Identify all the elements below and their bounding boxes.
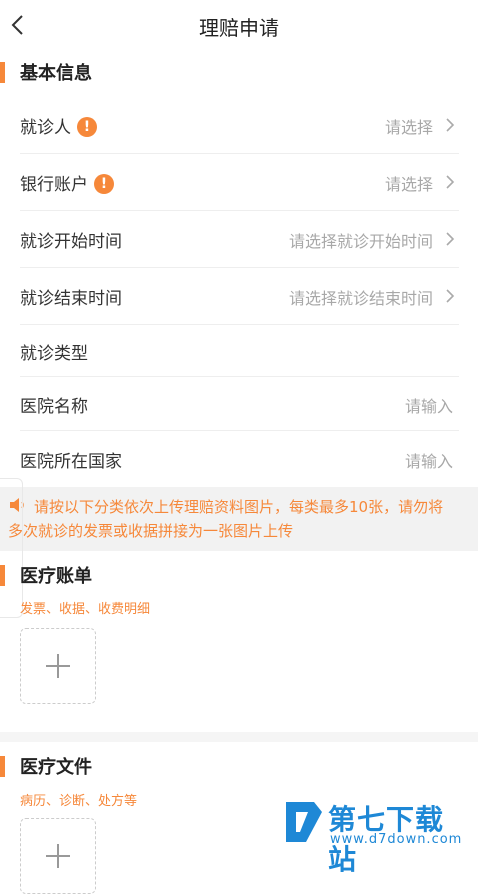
chevron-right-icon <box>446 175 455 189</box>
section-subtitle: 病历、诊断、处方等 <box>20 794 138 809</box>
row-patient[interactable]: 就诊人! 请选择 <box>20 97 459 154</box>
site-watermark: 第七下载站 www.d7down.com <box>282 798 472 876</box>
warning-icon: ! <box>94 174 114 194</box>
row-label: 就诊人! <box>20 113 97 138</box>
row-label: 就诊类型 <box>20 344 88 364</box>
warning-icon: ! <box>77 117 97 137</box>
row-bank-account[interactable]: 银行账户! 请选择 <box>20 154 459 211</box>
row-hospital-name[interactable]: 医院名称 请输入 <box>20 377 459 431</box>
row-placeholder: 请选择就诊结束时间 <box>288 289 433 308</box>
section-title: 医疗文件 <box>20 757 92 778</box>
section-subtitle: 发票、收据、收费明细 <box>20 602 151 617</box>
section-accent-bar <box>0 565 5 586</box>
upload-docs-button[interactable] <box>20 818 96 894</box>
row-label: 医院所在国家 <box>20 452 122 472</box>
row-visit-type[interactable]: 就诊类型 <box>20 325 459 377</box>
side-drawer-handle[interactable] <box>0 478 23 618</box>
row-placeholder: 请选择 <box>384 175 433 194</box>
section-medical-docs: 医疗文件 <box>0 751 478 781</box>
plus-icon <box>46 654 70 678</box>
row-label: 医院名称 <box>20 397 88 417</box>
row-start-time[interactable]: 就诊开始时间 请选择就诊开始时间 <box>20 211 459 268</box>
row-end-time[interactable]: 就诊结束时间 请选择就诊结束时间 <box>20 268 459 325</box>
notice-text: 请按以下分类依次上传理赔资料图片，每类最多10张，请勿将多次就诊的发票或收据拼接… <box>8 498 444 540</box>
section-basic-info: 基本信息 <box>0 57 478 87</box>
row-hospital-country[interactable]: 医院所在国家 请输入 <box>20 431 459 486</box>
watermark-url: www.d7down.com <box>330 832 463 847</box>
section-divider <box>0 732 478 742</box>
page-title: 理赔申请 <box>199 16 279 40</box>
row-placeholder: 请选择 <box>384 118 433 137</box>
hospital-name-input[interactable]: 请输入 <box>405 393 453 417</box>
top-bar: 理赔申请 <box>0 0 478 50</box>
watermark-logo-icon <box>286 802 322 842</box>
section-title: 基本信息 <box>20 63 92 84</box>
upload-notice: 请按以下分类依次上传理赔资料图片，每类最多10张，请勿将多次就诊的发票或收据拼接… <box>0 487 478 551</box>
chevron-right-icon <box>446 232 455 246</box>
chevron-right-icon <box>446 289 455 303</box>
row-label: 就诊开始时间 <box>20 232 122 252</box>
chevron-right-icon <box>446 118 455 132</box>
row-label: 银行账户! <box>20 170 114 195</box>
upload-bill-button[interactable] <box>20 628 96 704</box>
section-title: 医疗账单 <box>20 566 92 587</box>
row-placeholder: 请选择就诊开始时间 <box>288 232 433 251</box>
section-accent-bar <box>0 756 5 777</box>
section-medical-bill: 医疗账单 <box>0 560 478 590</box>
plus-icon <box>46 844 70 868</box>
row-label: 就诊结束时间 <box>20 289 122 309</box>
hospital-country-input[interactable]: 请输入 <box>405 448 453 472</box>
section-accent-bar <box>0 62 5 83</box>
